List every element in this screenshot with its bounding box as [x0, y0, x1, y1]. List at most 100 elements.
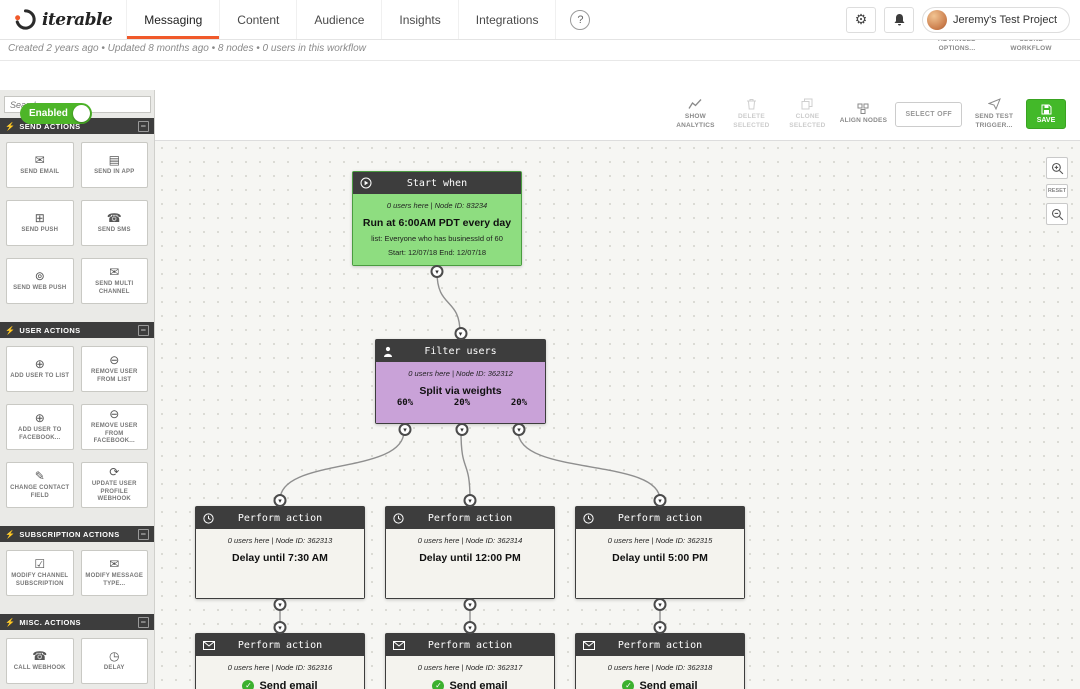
delete-selected-button[interactable]: DELETE SELECTED	[727, 98, 775, 131]
send-test-trigger-label: SEND TEST TRIGGER...	[974, 113, 1014, 129]
tab-insights[interactable]: Insights	[381, 0, 457, 39]
envelope-icon	[203, 634, 215, 656]
tab-messaging[interactable]: Messaging	[126, 0, 220, 39]
iterable-swirl-icon	[15, 9, 36, 30]
lightning-icon: ⚡	[5, 325, 16, 335]
collapse-icon[interactable]: −	[138, 616, 149, 628]
collapse-icon[interactable]: −	[138, 120, 149, 132]
connector-output-20a[interactable]: ▾	[455, 423, 469, 436]
zoom-out-button[interactable]	[1046, 203, 1068, 225]
phone-icon: ☎	[32, 648, 48, 663]
sidebar-item-delay[interactable]: ◷ DELAY	[80, 638, 148, 684]
connector-input[interactable]: ▾	[273, 621, 287, 634]
align-nodes-button[interactable]: ALIGN NODES	[839, 103, 887, 126]
section-header-misc-actions[interactable]: ⚡ MISC. ACTIONS −	[0, 614, 154, 630]
save-button[interactable]: SAVE	[1026, 99, 1066, 130]
connector-output[interactable]: ▾	[430, 265, 444, 278]
clone-icon	[801, 98, 813, 110]
sidebar-item-send-in-app[interactable]: ▤ SEND IN APP	[80, 142, 148, 188]
sidebar-item-send-push[interactable]: ⊞ SEND PUSH	[6, 200, 74, 246]
node-meta: 0 users here | Node ID: 362315	[607, 536, 713, 545]
tab-audience[interactable]: Audience	[296, 0, 381, 39]
sidebar-item-add-user-to-facebook[interactable]: ⊕ ADD USER TO FACEBOOK...	[6, 404, 74, 450]
sidebar-item-modify-message-type[interactable]: ✉ MODIFY MESSAGE TYPE...	[80, 550, 148, 596]
project-selector[interactable]: Jeremy's Test Project	[922, 6, 1070, 33]
sidebar-item-send-multi-channel[interactable]: ✉ SEND MULTI CHANNEL	[80, 258, 148, 304]
workflow-node-start-when[interactable]: Start when 0 users here | Node ID: 83234…	[352, 171, 522, 278]
section-header-subscription-actions[interactable]: ⚡ SUBSCRIPTION ACTIONS −	[0, 526, 154, 542]
section-header-user-actions[interactable]: ⚡ USER ACTIONS −	[0, 322, 154, 338]
connector-input[interactable]: ▾	[273, 494, 287, 507]
minus-icon: ⊖	[109, 352, 120, 367]
node-body: 0 users here | Node ID: 362315 Delay unt…	[576, 529, 744, 598]
sidebar-item-send-email[interactable]: ✉ SEND EMAIL	[6, 142, 74, 188]
send-test-trigger-button[interactable]: SEND TEST TRIGGER...	[970, 98, 1018, 131]
tab-content[interactable]: Content	[219, 0, 296, 39]
connector-output-60[interactable]: ▾	[398, 423, 412, 436]
select-off-button[interactable]: SELECT OFF	[895, 101, 962, 127]
node-body: 0 users here | Node ID: 362316 ✓ Send em…	[196, 656, 364, 689]
collapse-icon[interactable]: −	[138, 324, 149, 336]
project-name: Jeremy's Test Project	[953, 13, 1057, 26]
node-body: 0 users here | Node ID: 362312 Split via…	[376, 362, 545, 423]
settings-button[interactable]: ⚙	[846, 6, 877, 33]
collapse-icon[interactable]: −	[138, 528, 149, 540]
workflow-node-send-email-1[interactable]: Perform action 0 users here | Node ID: 3…	[195, 621, 365, 689]
connector-output-20b[interactable]: ▾	[512, 423, 526, 436]
section-title: SUBSCRIPTION ACTIONS	[19, 529, 120, 539]
zoom-controls: RESET	[1046, 157, 1068, 225]
notifications-button[interactable]	[884, 6, 915, 33]
zoom-in-button[interactable]	[1046, 157, 1068, 179]
envelope-icon: ✉	[34, 152, 45, 167]
section-title: MISC. ACTIONS	[19, 617, 81, 627]
show-analytics-button[interactable]: SHOW ANALYTICS	[671, 98, 719, 131]
connector-output[interactable]: ▾	[273, 598, 287, 611]
connector-output[interactable]: ▾	[653, 598, 667, 611]
sidebar-item-add-user-to-list[interactable]: ⊕ ADD USER TO LIST	[6, 346, 74, 392]
tab-integrations[interactable]: Integrations	[457, 0, 557, 39]
workflow-node-filter-users[interactable]: Filter users 0 users here | Node ID: 362…	[375, 327, 546, 436]
connector-output[interactable]: ▾	[463, 598, 477, 611]
workflow-node-send-email-3[interactable]: Perform action 0 users here | Node ID: 3…	[575, 621, 745, 689]
node-body: 0 users here | Node ID: 362317 ✓ Send em…	[386, 656, 554, 689]
node-meta: 0 users here | Node ID: 362316	[227, 663, 333, 672]
save-label: SAVE	[1036, 117, 1056, 125]
pencil-icon: ✎	[34, 468, 45, 483]
iterable-logo[interactable]: iterable	[0, 0, 126, 39]
sidebar-item-change-contact-field[interactable]: ✎ CHANGE CONTACT FIELD	[6, 462, 74, 508]
zoom-in-icon	[1051, 162, 1063, 174]
node-heading: Delay until 7:30 AM	[232, 552, 328, 564]
sidebar-item-send-web-push[interactable]: ⊚ SEND WEB PUSH	[6, 258, 74, 304]
zoom-reset-button[interactable]: RESET	[1046, 184, 1068, 198]
workflow-node-delay-1200pm[interactable]: Perform action 0 users here | Node ID: 3…	[385, 494, 555, 611]
node-header: Perform action	[196, 634, 364, 656]
enabled-toggle[interactable]: Enabled	[20, 103, 92, 124]
connector-input[interactable]: ▾	[463, 621, 477, 634]
connector-input[interactable]: ▾	[454, 327, 467, 340]
refresh-icon: ⟳	[109, 464, 120, 479]
workflow-node-delay-500pm[interactable]: Perform action 0 users here | Node ID: 3…	[575, 494, 745, 611]
clone-selected-button[interactable]: CLONE SELECTED	[783, 98, 831, 131]
enabled-toggle-label: Enabled	[29, 108, 68, 119]
sidebar-item-remove-user-from-list[interactable]: ⊖ REMOVE USER FROM LIST	[80, 346, 148, 392]
sidebar-item-modify-channel-subscription[interactable]: ☑ MODIFY CHANNEL SUBSCRIPTION	[6, 550, 74, 596]
node-header: Perform action	[386, 634, 554, 656]
save-icon	[1041, 104, 1051, 115]
workflow-node-delay-730am[interactable]: Perform action 0 users here | Node ID: 3…	[195, 494, 365, 611]
connector-input[interactable]: ▾	[653, 494, 667, 507]
section-title: USER ACTIONS	[19, 325, 81, 335]
workflow-node-send-email-2[interactable]: Perform action 0 users here | Node ID: 3…	[385, 621, 555, 689]
top-nav: iterable Messaging Content Audience Insi…	[0, 0, 1080, 40]
workflow-canvas[interactable]: RESET Start when 0 users here | Node ID:…	[155, 140, 1080, 689]
connector-input[interactable]: ▾	[653, 621, 667, 634]
clock-icon: ◷	[109, 648, 120, 663]
workflow-toolbar: SHOW ANALYTICS DELETE SELECTED CLONE SEL…	[671, 98, 1066, 131]
minus-icon: ⊖	[109, 406, 120, 421]
sidebar-item-remove-user-from-facebook[interactable]: ⊖ REMOVE USER FROM FACEBOOK...	[80, 404, 148, 450]
align-nodes-label: ALIGN NODES	[839, 116, 888, 124]
sidebar-item-call-webhook[interactable]: ☎ CALL WEBHOOK	[6, 638, 74, 684]
connector-input[interactable]: ▾	[463, 494, 477, 507]
sidebar-item-send-sms[interactable]: ☎ SEND SMS	[80, 200, 148, 246]
help-icon[interactable]: ?	[570, 9, 591, 30]
sidebar-item-update-user-profile-webhook[interactable]: ⟳ UPDATE USER PROFILE WEBHOOK	[80, 462, 148, 508]
